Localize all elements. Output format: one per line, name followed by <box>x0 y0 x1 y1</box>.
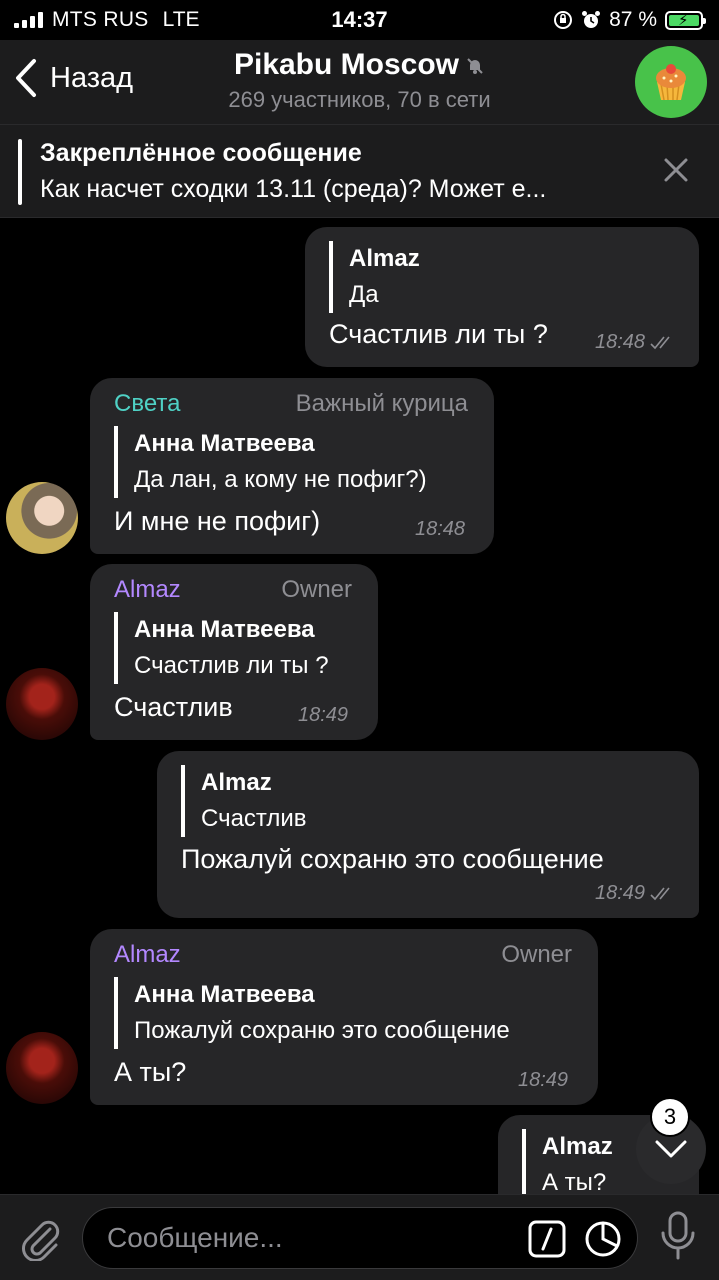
chat-title-text: Pikabu Moscow <box>233 48 460 81</box>
message-bubble-outgoing[interactable]: Almaz Да Счастлив ли ты ? 18:48 <box>305 227 699 367</box>
reply-quote[interactable]: Almaz Да <box>329 241 420 313</box>
battery-percent: 87 % <box>609 8 657 31</box>
message-bubble-incoming[interactable]: Almaz Owner Анна Матвеева Счастлив ли ты… <box>90 564 378 740</box>
message-text: А ты? <box>114 1057 187 1087</box>
input-bar: Сообщение... <box>0 1194 719 1280</box>
slash-command-icon[interactable] <box>527 1219 567 1259</box>
sender-name[interactable]: Almaz <box>114 941 181 969</box>
sender-role: Owner <box>281 576 352 603</box>
cupcake-icon <box>656 64 686 101</box>
message-time-text: 18:49 <box>595 882 646 904</box>
message-input[interactable]: Сообщение... <box>82 1207 638 1269</box>
reply-quote[interactable]: Анна Матвеева Счастлив ли ты ? <box>114 612 329 684</box>
reply-author: Анна Матвеева <box>134 616 315 643</box>
message-time: 18:49 <box>518 1069 569 1091</box>
reply-author: Almaz <box>349 245 420 272</box>
message-input-placeholder: Сообщение... <box>107 1222 283 1253</box>
paperclip-icon[interactable] <box>18 1215 62 1261</box>
avatar[interactable] <box>6 482 78 554</box>
pinned-indicator <box>18 139 22 205</box>
chevron-down-icon <box>655 1140 687 1158</box>
reply-author: Almaz <box>201 769 272 796</box>
orientation-lock-icon <box>554 11 573 29</box>
reply-quote[interactable]: Almaz А ты? <box>522 1129 613 1201</box>
message-time: 18:48 <box>415 518 466 540</box>
status-right: 87 % ⚡ <box>553 8 706 32</box>
message-bubble-outgoing[interactable]: Almaz Счастлив Пожалуй сохраню это сообщ… <box>157 751 699 918</box>
reply-author: Анна Матвеева <box>134 430 315 457</box>
double-check-icon <box>650 887 670 900</box>
reply-text: Счастлив ли ты ? <box>134 652 329 679</box>
reply-text: Пожалуй сохраню это сообщение <box>134 1017 510 1044</box>
message-time: 18:49 <box>595 882 675 905</box>
muted-bell-icon <box>467 58 483 75</box>
reply-quote[interactable]: Almaz Счастлив <box>181 765 307 837</box>
message-bubble-incoming[interactable]: Almaz Owner Анна Матвеева Пожалуй сохран… <box>90 929 598 1105</box>
close-icon[interactable] <box>663 157 689 183</box>
message-text: Пожалуй сохраню это сообщение <box>181 844 604 874</box>
microphone-icon[interactable] <box>660 1211 696 1261</box>
status-bar: MTS RUS LTE 14:37 87 % ⚡ <box>0 0 719 40</box>
sender-role: Важный курица <box>295 390 468 417</box>
reply-text: Да <box>349 281 379 308</box>
sender-name[interactable]: Almaz <box>114 576 181 604</box>
unread-badge: 3 <box>650 1097 690 1137</box>
sender-name[interactable]: Света <box>114 390 180 418</box>
message-bubble-incoming[interactable]: Света Важный курица Анна Матвеева Да лан… <box>90 378 494 554</box>
chat-title[interactable]: Pikabu Moscow <box>0 48 719 82</box>
battery-icon: ⚡ <box>665 10 706 30</box>
message-text: Счастлив ли ты ? <box>329 319 548 349</box>
reply-quote[interactable]: Анна Матвеева Пожалуй сохраню это сообще… <box>114 977 510 1049</box>
message-time: 18:48 <box>595 331 675 354</box>
reply-author: Анна Матвеева <box>134 981 315 1008</box>
group-avatar[interactable] <box>635 46 707 118</box>
avatar[interactable] <box>6 668 78 740</box>
message-text: И мне не пофиг) <box>114 506 321 536</box>
pinned-text: Как насчет сходки 13.11 (среда)? Может е… <box>40 175 547 203</box>
sender-role: Owner <box>501 941 572 968</box>
message-time: 18:49 <box>298 704 349 726</box>
reply-quote[interactable]: Анна Матвеева Да лан, а кому не пофиг?) <box>114 426 427 498</box>
chat-header: Назад Pikabu Moscow 269 участников, 70 в… <box>0 40 719 124</box>
pinned-title: Закреплённое сообщение <box>40 139 362 167</box>
message-text: Счастлив <box>114 692 233 722</box>
avatar[interactable] <box>6 1032 78 1104</box>
chat-subtitle: 269 участников, 70 в сети <box>228 87 491 112</box>
reply-text: Да лан, а кому не пофиг?) <box>134 466 427 493</box>
alarm-icon <box>582 11 601 28</box>
sticker-icon[interactable] <box>583 1219 623 1259</box>
message-time-text: 18:48 <box>595 331 646 353</box>
double-check-icon <box>650 336 670 349</box>
pinned-message[interactable]: Закреплённое сообщение Как насчет сходки… <box>0 124 719 218</box>
reply-text: Счастлив <box>201 805 307 832</box>
reply-author: Almaz <box>542 1133 613 1160</box>
